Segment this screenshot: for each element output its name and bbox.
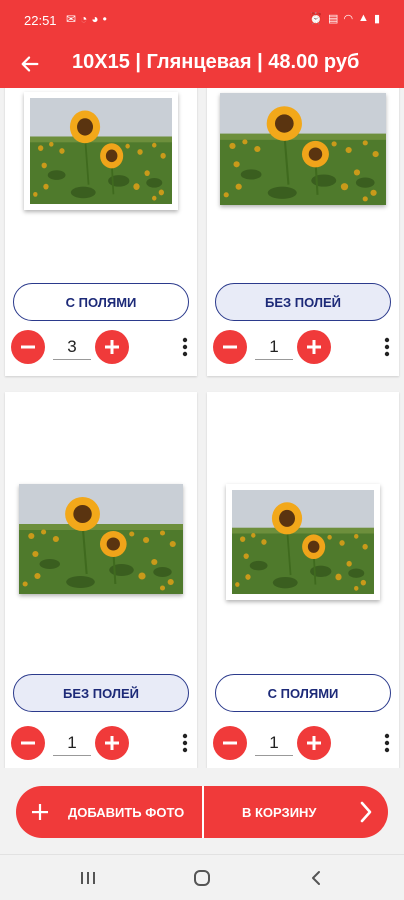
to-cart-label: В КОРЗИНУ bbox=[242, 804, 317, 820]
status-time: 22:51 bbox=[24, 13, 57, 28]
quantity-stepper: 1 bbox=[211, 726, 395, 762]
whatsapp-icon: ◔ bbox=[80, 12, 88, 26]
increase-button[interactable] bbox=[95, 330, 129, 364]
volte-icon: ▤ bbox=[328, 13, 339, 25]
minus-icon bbox=[21, 741, 35, 745]
quantity-stepper: 1 bbox=[211, 330, 395, 366]
plus-icon bbox=[307, 736, 321, 750]
more-vert-icon bbox=[384, 337, 390, 357]
quantity-value[interactable]: 1 bbox=[255, 730, 293, 756]
decrease-button[interactable] bbox=[213, 330, 247, 364]
more-vert-icon bbox=[182, 337, 188, 357]
home-icon bbox=[194, 870, 210, 886]
decrease-button[interactable] bbox=[11, 726, 45, 760]
minus-icon bbox=[21, 345, 35, 349]
page-title: 10X15 | Глянцевая | 48.00 руб bbox=[72, 51, 360, 73]
home-button[interactable] bbox=[190, 867, 214, 889]
mail-icon: ✉ bbox=[66, 12, 77, 26]
photo-thumbnail-area bbox=[207, 93, 399, 205]
recent-apps-button[interactable] bbox=[76, 867, 100, 889]
photo-card: С ПОЛЯМИ 3 bbox=[5, 88, 197, 376]
bottom-action-bar: ДОБАВИТЬ ФОТО В КОРЗИНУ bbox=[0, 768, 404, 854]
minus-icon bbox=[223, 741, 237, 745]
alarm-icon: ⏰ bbox=[309, 13, 324, 25]
more-options-button[interactable] bbox=[177, 334, 193, 360]
add-photo-button[interactable]: ДОБАВИТЬ ФОТО bbox=[16, 786, 202, 838]
system-icons: ⏰ ▤ ◠ ▲ ▮ bbox=[309, 12, 380, 25]
chevron-right-icon bbox=[360, 801, 372, 823]
border-mode-button[interactable]: С ПОЛЯМИ bbox=[215, 674, 391, 712]
plus-icon bbox=[30, 804, 50, 820]
back-button[interactable] bbox=[14, 48, 46, 80]
system-nav-bar bbox=[0, 854, 404, 900]
app-bar: 10X15 | Глянцевая | 48.00 руб bbox=[0, 40, 404, 88]
quantity-stepper: 3 bbox=[9, 330, 193, 366]
increase-button[interactable] bbox=[297, 330, 331, 364]
increase-button[interactable] bbox=[95, 726, 129, 760]
status-bar: 22:51 ✉ ◔ ◕ • ⏰ ▤ ◠ ▲ ▮ bbox=[0, 0, 404, 40]
border-mode-button[interactable]: БЕЗ ПОЛЕЙ bbox=[215, 283, 391, 321]
notification-icons: ✉ ◔ ◕ • bbox=[66, 12, 107, 26]
action-pill: ДОБАВИТЬ ФОТО В КОРЗИНУ bbox=[16, 786, 388, 838]
photo-thumbnail[interactable] bbox=[19, 484, 183, 594]
photo-thumbnail[interactable] bbox=[220, 93, 386, 205]
photo-thumbnail[interactable] bbox=[24, 92, 178, 210]
photo-thumbnail-area bbox=[207, 484, 399, 600]
to-cart-button[interactable]: В КОРЗИНУ bbox=[204, 786, 388, 838]
decrease-button[interactable] bbox=[11, 330, 45, 364]
recent-apps-icon bbox=[81, 872, 95, 884]
back-icon bbox=[312, 871, 320, 885]
photo-card: С ПОЛЯМИ 1 bbox=[207, 392, 399, 768]
more-options-button[interactable] bbox=[379, 334, 395, 360]
minus-icon bbox=[223, 345, 237, 349]
decrease-button[interactable] bbox=[213, 726, 247, 760]
add-photo-label: ДОБАВИТЬ ФОТО bbox=[68, 804, 185, 820]
more-vert-icon bbox=[384, 733, 390, 753]
quantity-value[interactable]: 1 bbox=[53, 730, 91, 756]
plus-icon bbox=[105, 736, 119, 750]
photo-grid[interactable]: С ПОЛЯМИ 3 БЕЗ ПОЛЕЙ 1 БЕЗ ПОЛЕЙ 1 С ПОЛ… bbox=[0, 88, 404, 768]
quantity-value[interactable]: 3 bbox=[53, 334, 91, 360]
more-options-button[interactable] bbox=[177, 730, 193, 756]
photo-card: БЕЗ ПОЛЕЙ 1 bbox=[5, 392, 197, 768]
more-vert-icon bbox=[182, 733, 188, 753]
quantity-value[interactable]: 1 bbox=[255, 334, 293, 360]
back-nav-button[interactable] bbox=[304, 867, 328, 889]
plus-icon bbox=[105, 340, 119, 354]
wifi-icon: ◠ bbox=[343, 13, 354, 25]
viber-icon: ◕ bbox=[91, 12, 99, 26]
photo-thumbnail[interactable] bbox=[226, 484, 380, 600]
plus-icon bbox=[307, 340, 321, 354]
photo-thumbnail-area bbox=[5, 484, 197, 594]
arrow-left-icon bbox=[21, 56, 39, 72]
border-mode-button[interactable]: С ПОЛЯМИ bbox=[13, 283, 189, 321]
border-mode-button[interactable]: БЕЗ ПОЛЕЙ bbox=[13, 674, 189, 712]
signal-icon: ▲ bbox=[358, 12, 369, 24]
increase-button[interactable] bbox=[297, 726, 331, 760]
more-options-button[interactable] bbox=[379, 730, 395, 756]
photo-thumbnail-area bbox=[5, 92, 197, 210]
dot-icon: • bbox=[102, 12, 107, 26]
battery-icon: ▮ bbox=[373, 13, 380, 25]
photo-card: БЕЗ ПОЛЕЙ 1 bbox=[207, 88, 399, 376]
quantity-stepper: 1 bbox=[9, 726, 193, 762]
